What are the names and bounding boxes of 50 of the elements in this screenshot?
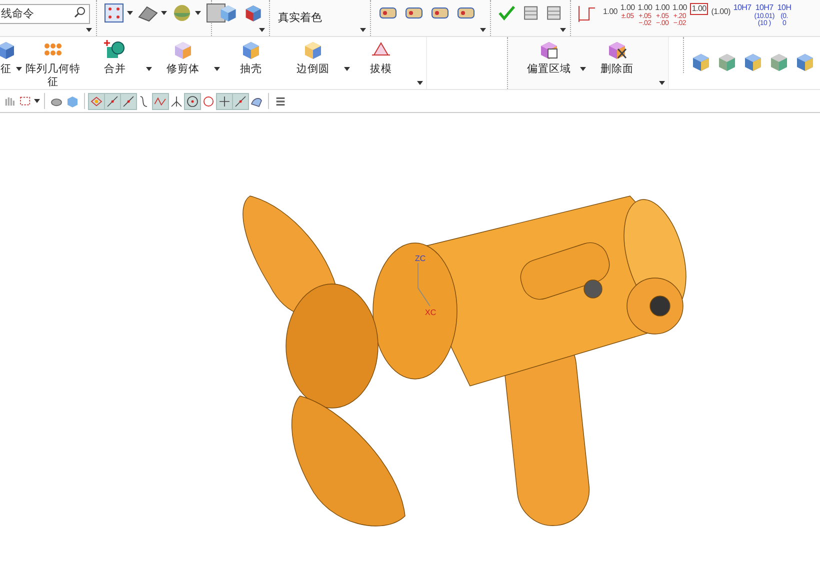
caret-icon[interactable] — [659, 81, 665, 85]
center-tool-icon[interactable] — [185, 94, 200, 108]
dimension-style-option[interactable]: (1.00) — [711, 3, 730, 17]
points-tool-icon[interactable] — [89, 94, 104, 108]
feature-button[interactable]: 边倒圆 — [282, 37, 344, 76]
line-tool-icon[interactable] — [121, 94, 136, 108]
caret-icon[interactable] — [417, 81, 423, 85]
search-field[interactable]: 线命令 — [0, 4, 90, 24]
caret-icon[interactable] — [480, 28, 486, 32]
caret-icon[interactable] — [86, 28, 92, 32]
axis-label: ZC — [415, 254, 426, 263]
shading-label[interactable]: 真实着色 — [270, 0, 370, 25]
caret-icon[interactable] — [360, 28, 366, 32]
box-icon[interactable] — [0, 39, 16, 61]
unite-icon[interactable] — [104, 39, 126, 61]
fit-view-icon[interactable] — [103, 2, 125, 24]
shell-icon[interactable] — [240, 39, 262, 61]
circle-tool-icon[interactable] — [201, 94, 216, 108]
caret-icon[interactable] — [146, 67, 152, 71]
dimension-style-option[interactable]: 1.00 — [603, 3, 618, 17]
dimension-style-option[interactable]: 1.00 — [690, 3, 708, 15]
feature-button[interactable]: 阵列几何特征 — [22, 37, 84, 89]
feature-button[interactable]: 删除面 — [586, 37, 648, 76]
caret-icon[interactable] — [580, 67, 586, 71]
axis-label: XC — [425, 308, 436, 317]
delete-face-icon[interactable] — [606, 39, 628, 61]
caret-icon[interactable] — [259, 28, 265, 32]
feature-button[interactable]: 抽壳 — [220, 37, 282, 76]
offset-region-icon[interactable] — [538, 39, 560, 61]
caret-icon[interactable] — [344, 67, 350, 71]
feature-button[interactable]: 合并 — [84, 37, 146, 76]
line-tool-icon[interactable] — [105, 94, 120, 108]
feature-button[interactable]: 征 — [0, 37, 16, 76]
caret-icon[interactable] — [161, 11, 167, 15]
caret-icon[interactable] — [195, 11, 201, 15]
zigzag-tool-icon[interactable] — [153, 94, 168, 108]
caret-icon[interactable] — [127, 11, 133, 15]
axis-triad-icon — [418, 262, 430, 306]
feature-button[interactable]: 拔模 — [350, 37, 412, 76]
feature-button[interactable]: 修剪体 — [152, 37, 214, 76]
caret-icon[interactable] — [34, 99, 40, 103]
edge-blend-icon[interactable] — [302, 39, 324, 61]
caret-icon[interactable] — [16, 67, 22, 71]
cross-tool-icon[interactable] — [217, 94, 232, 108]
dimension-style-option[interactable]: 10H7 — [733, 3, 752, 13]
line-tool-icon[interactable] — [233, 94, 248, 108]
feature-button[interactable]: 偏置区域 — [518, 37, 580, 76]
caret-icon[interactable] — [560, 28, 566, 32]
search-icon[interactable] — [74, 6, 86, 18]
caret-icon[interactable] — [214, 67, 220, 71]
